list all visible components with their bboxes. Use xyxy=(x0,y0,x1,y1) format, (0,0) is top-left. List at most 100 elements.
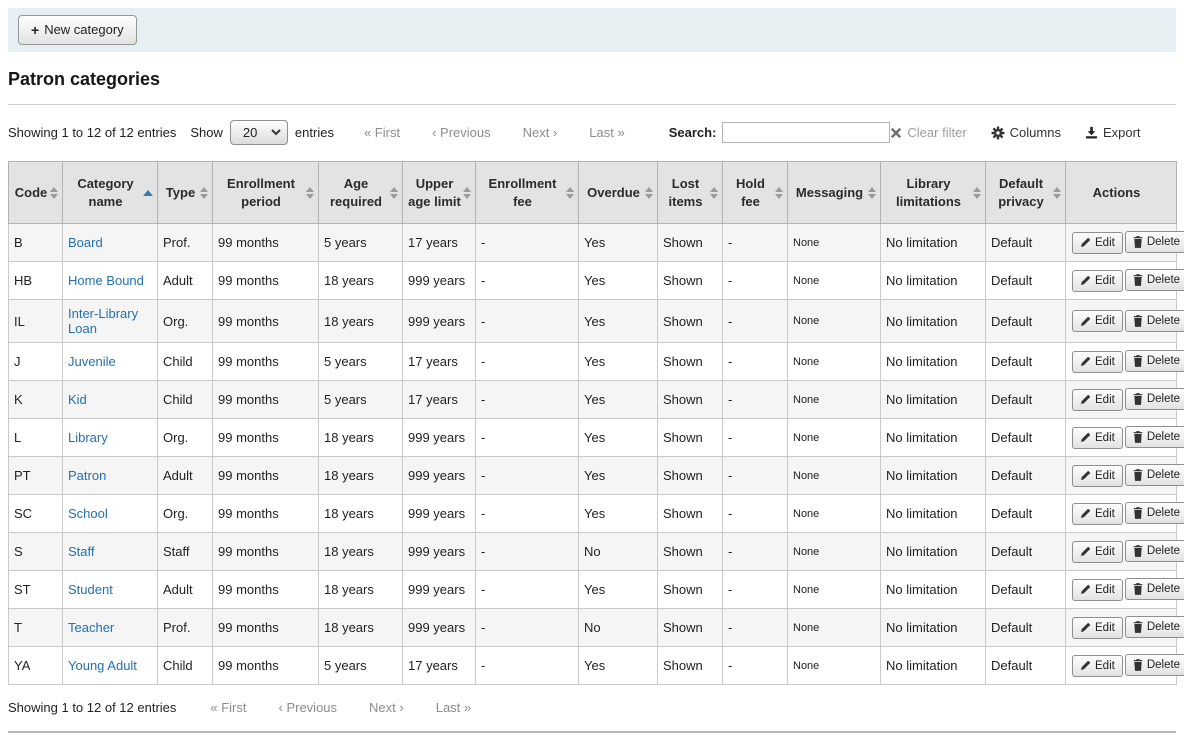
cell-code: B xyxy=(9,224,63,262)
column-header-messaging[interactable]: Messaging xyxy=(788,162,881,224)
pencil-icon xyxy=(1080,237,1091,248)
cell-messaging: None xyxy=(788,343,881,381)
category-link[interactable]: Kid xyxy=(68,392,87,407)
column-header-age_required[interactable]: Age required xyxy=(319,162,403,224)
clear-filter-button[interactable]: Clear filter xyxy=(890,125,966,140)
delete-button[interactable]: Delete xyxy=(1125,269,1184,291)
edit-button[interactable]: Edit xyxy=(1072,351,1123,373)
cell-actions: EditDelete xyxy=(1066,262,1177,300)
cell-overdue: No xyxy=(579,609,658,647)
new-category-button[interactable]: + New category xyxy=(18,15,137,45)
column-header-enrollment_fee[interactable]: Enrollment fee xyxy=(476,162,579,224)
pagination-last[interactable]: Last » xyxy=(589,125,624,140)
cell-lost_items: Shown xyxy=(658,300,723,343)
cell-messaging: None xyxy=(788,300,881,343)
category-link[interactable]: Young Adult xyxy=(68,658,137,673)
cell-code: ST xyxy=(9,571,63,609)
delete-button[interactable]: Delete xyxy=(1125,426,1184,448)
pagination-first[interactable]: « First xyxy=(364,125,400,140)
edit-button[interactable]: Edit xyxy=(1072,579,1123,601)
edit-button[interactable]: Edit xyxy=(1072,655,1123,677)
cell-library_limitations: No limitation xyxy=(881,262,986,300)
cell-hold_fee: - xyxy=(723,609,788,647)
column-header-overdue[interactable]: Overdue xyxy=(579,162,658,224)
category-link[interactable]: Patron xyxy=(68,468,106,483)
export-button[interactable]: Export xyxy=(1085,125,1141,140)
delete-button[interactable]: Delete xyxy=(1125,540,1184,562)
category-link[interactable]: Juvenile xyxy=(68,354,116,369)
category-link[interactable]: Board xyxy=(68,235,103,250)
column-header-enrollment_period[interactable]: Enrollment period xyxy=(213,162,319,224)
cell-enrollment_period: 99 months xyxy=(213,419,319,457)
cell-enrollment_fee: - xyxy=(476,647,579,685)
page-length-select[interactable]: 20 xyxy=(230,120,288,145)
category-link[interactable]: Staff xyxy=(68,544,95,559)
category-link[interactable]: Student xyxy=(68,582,113,597)
pagination-next[interactable]: Next › xyxy=(523,125,558,140)
columns-button[interactable]: Columns xyxy=(991,125,1061,140)
cell-name: School xyxy=(63,495,158,533)
edit-button[interactable]: Edit xyxy=(1072,617,1123,639)
page-title: Patron categories xyxy=(8,69,1176,90)
edit-button[interactable]: Edit xyxy=(1072,389,1123,411)
pagination-next-bottom[interactable]: Next › xyxy=(369,700,404,715)
cell-overdue: Yes xyxy=(579,571,658,609)
delete-button[interactable]: Delete xyxy=(1125,502,1184,524)
divider-bottom xyxy=(8,731,1176,733)
cell-enrollment_fee: - xyxy=(476,571,579,609)
edit-button[interactable]: Edit xyxy=(1072,270,1123,292)
edit-button[interactable]: Edit xyxy=(1072,541,1123,563)
pencil-icon xyxy=(1080,394,1091,405)
cell-library_limitations: No limitation xyxy=(881,457,986,495)
column-header-library_limitations[interactable]: Library limitations xyxy=(881,162,986,224)
edit-button[interactable]: Edit xyxy=(1072,465,1123,487)
delete-button[interactable]: Delete xyxy=(1125,310,1184,332)
category-link[interactable]: Inter-Library Loan xyxy=(68,306,138,336)
cell-default_privacy: Default xyxy=(986,457,1066,495)
delete-button[interactable]: Delete xyxy=(1125,464,1184,486)
edit-button[interactable]: Edit xyxy=(1072,310,1123,332)
cell-overdue: Yes xyxy=(579,343,658,381)
cell-lost_items: Shown xyxy=(658,419,723,457)
pagination-previous-bottom[interactable]: ‹ Previous xyxy=(279,700,338,715)
delete-button[interactable]: Delete xyxy=(1125,350,1184,372)
category-link[interactable]: School xyxy=(68,506,108,521)
column-header-actions: Actions xyxy=(1066,162,1177,224)
entries-info: Showing 1 to 12 of 12 entries xyxy=(8,125,176,140)
cell-age_required: 18 years xyxy=(319,300,403,343)
table-row: HBHome BoundAdult99 months18 years999 ye… xyxy=(9,262,1177,300)
column-header-type[interactable]: Type xyxy=(158,162,213,224)
cell-enrollment_fee: - xyxy=(476,419,579,457)
cell-lost_items: Shown xyxy=(658,457,723,495)
column-header-hold_fee[interactable]: Hold fee xyxy=(723,162,788,224)
cell-actions: EditDelete xyxy=(1066,495,1177,533)
cell-type: Prof. xyxy=(158,224,213,262)
column-header-upper_age_limit[interactable]: Upper age limit xyxy=(403,162,476,224)
delete-button[interactable]: Delete xyxy=(1125,616,1184,638)
trash-icon xyxy=(1133,431,1143,443)
column-header-code[interactable]: Code xyxy=(9,162,63,224)
cell-actions: EditDelete xyxy=(1066,647,1177,685)
pagination-last-bottom[interactable]: Last » xyxy=(436,700,471,715)
category-link[interactable]: Teacher xyxy=(68,620,114,635)
column-header-default_privacy[interactable]: Default privacy xyxy=(986,162,1066,224)
cell-code: HB xyxy=(9,262,63,300)
delete-button[interactable]: Delete xyxy=(1125,231,1184,253)
column-header-lost_items[interactable]: Lost items xyxy=(658,162,723,224)
category-link[interactable]: Home Bound xyxy=(68,273,144,288)
cell-age_required: 5 years xyxy=(319,224,403,262)
edit-button[interactable]: Edit xyxy=(1072,427,1123,449)
sort-asc-icon xyxy=(143,190,153,196)
category-link[interactable]: Library xyxy=(68,430,108,445)
pagination-first-bottom[interactable]: « First xyxy=(210,700,246,715)
pagination-previous[interactable]: ‹ Previous xyxy=(432,125,491,140)
sort-both-icon xyxy=(868,187,876,199)
delete-button[interactable]: Delete xyxy=(1125,388,1184,410)
delete-button[interactable]: Delete xyxy=(1125,654,1184,676)
delete-button[interactable]: Delete xyxy=(1125,578,1184,600)
column-header-name[interactable]: Category name xyxy=(63,162,158,224)
edit-button[interactable]: Edit xyxy=(1072,232,1123,254)
search-input[interactable] xyxy=(722,122,890,143)
edit-button[interactable]: Edit xyxy=(1072,503,1123,525)
cell-code: S xyxy=(9,533,63,571)
